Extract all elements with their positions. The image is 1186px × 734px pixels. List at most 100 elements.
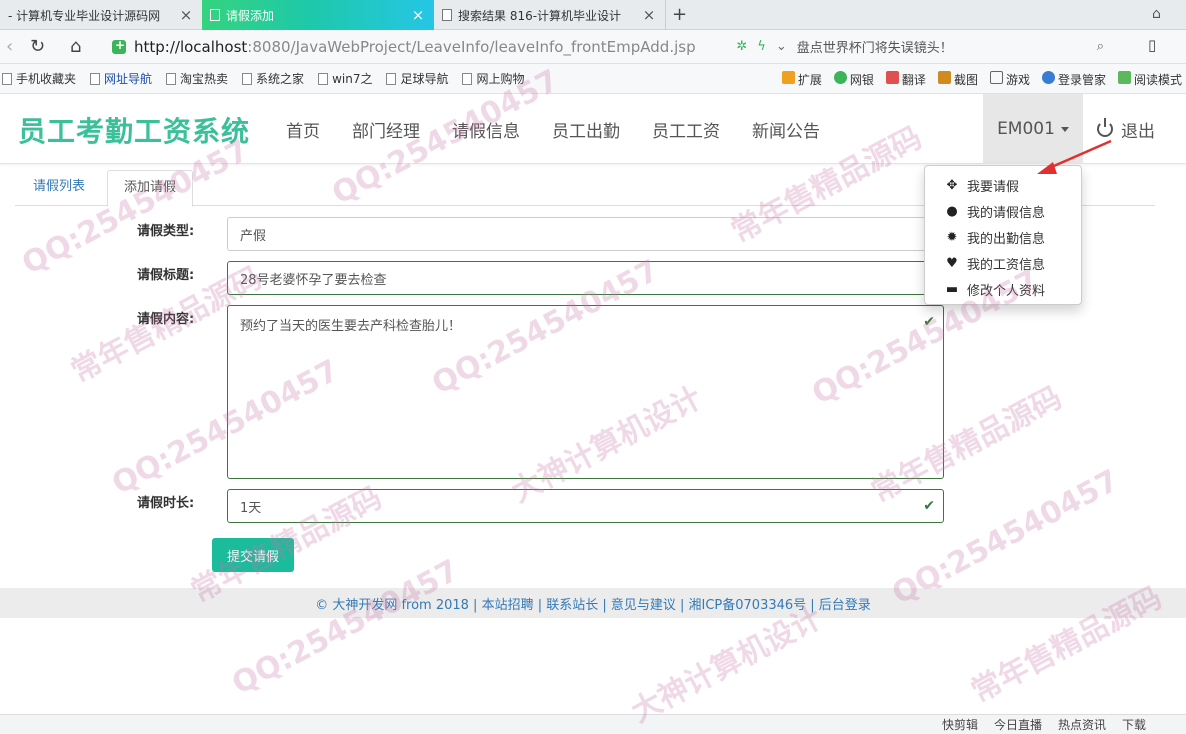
login-manager-button[interactable]: 登录管家 <box>1041 70 1106 88</box>
home-icon[interactable]: ⌂ <box>70 36 81 57</box>
dropdown-label: 我的出勤信息 <box>967 231 1046 247</box>
menu-item-salary[interactable]: 员工工资 <box>636 117 736 142</box>
bookmark-item[interactable]: 系统之家 <box>242 70 304 87</box>
page-icon <box>210 9 220 21</box>
page-icon <box>90 72 101 85</box>
bookmark-label: 系统之家 <box>256 72 305 86</box>
leave-duration-value: 1天 <box>240 500 262 516</box>
page-icon <box>442 9 452 21</box>
watermark-text: QQ:254540457 <box>226 553 465 702</box>
tool-label: 截图 <box>953 72 978 87</box>
book-icon <box>1117 70 1131 84</box>
browser-tab-active[interactable]: 请假添加 × <box>202 0 434 30</box>
tool-label: 阅读模式 <box>1133 72 1182 87</box>
dropdown-label: 我要请假 <box>967 179 1020 195</box>
security-shield-icon <box>112 38 126 54</box>
games-button[interactable]: 游戏 <box>989 70 1030 88</box>
tab-add-leave[interactable]: 添加请假 <box>107 170 194 207</box>
tool-label: 扩展 <box>797 72 822 87</box>
cog-icon: ✹ <box>946 229 958 245</box>
dropdown-item-my-attendance[interactable]: ✹ 我的出勤信息 <box>925 224 1081 250</box>
leave-duration-label: 请假时长: <box>137 496 195 511</box>
bookmark-label: 网址导航 <box>104 72 153 86</box>
bookmark-label: 足球导航 <box>400 72 449 86</box>
check-icon: ✔ <box>923 314 935 330</box>
url-field[interactable]: http://localhost:8080/JavaWebProject/Lea… <box>104 34 1104 60</box>
dropdown-item-my-leave[interactable]: ● 我的请假信息 <box>925 198 1081 224</box>
tab-title: 请假添加 <box>226 8 275 23</box>
close-icon[interactable]: × <box>641 6 657 24</box>
back-icon[interactable]: ‹ <box>6 36 13 57</box>
skin-icon[interactable]: ⌂ <box>1152 6 1161 22</box>
folder-icon <box>2 72 12 85</box>
menu-item-leave[interactable]: 请假信息 <box>436 117 536 142</box>
address-bar: ‹ ↻ ⌂ http://localhost:8080/JavaWebProje… <box>0 30 1186 64</box>
bookmark-item[interactable]: 手机收藏夹 <box>2 70 76 87</box>
user-icon: ● <box>946 203 958 219</box>
new-tab-icon[interactable]: + <box>672 4 687 25</box>
bookmark-item[interactable]: 网上购物 <box>462 70 524 87</box>
download-button[interactable]: 下载 <box>1122 716 1146 733</box>
hot-news-button[interactable]: 热点资讯 <box>1058 716 1106 733</box>
site-navbar: 员工考勤工资系统 首页 部门经理 请假信息 员工出勤 员工工资 新闻公告 EM0… <box>0 94 1186 164</box>
extension-button[interactable]: 扩展 <box>781 70 822 88</box>
site-brand[interactable]: 员工考勤工资系统 <box>18 110 250 150</box>
dropdown-label: 修改个人资料 <box>967 283 1046 299</box>
quick-clip-button[interactable]: 快剪辑 <box>942 716 978 733</box>
reading-mode-button[interactable]: 阅读模式 <box>1117 70 1182 88</box>
bookmark-label: 淘宝热卖 <box>180 72 229 86</box>
close-icon[interactable]: × <box>410 6 426 24</box>
leave-type-value: 产假 <box>240 228 267 244</box>
reload-icon[interactable]: ↻ <box>30 36 45 57</box>
leave-title-input[interactable]: 28号老婆怀孕了要去检查 ✔ <box>227 261 944 295</box>
page-icon <box>462 72 473 85</box>
tab-title: - 计算机专业毕业设计源码网 <box>8 8 161 23</box>
tool-label: 翻译 <box>901 72 926 87</box>
menu-item-home[interactable]: 首页 <box>270 117 336 142</box>
menu-item-news[interactable]: 新闻公告 <box>736 117 836 142</box>
browser-tab[interactable]: - 计算机专业毕业设计源码网 × <box>0 0 202 30</box>
chevron-down-icon[interactable]: ⌄ <box>776 39 787 54</box>
close-icon[interactable]: × <box>178 6 194 24</box>
tab-leave-list[interactable]: 请假列表 <box>17 170 101 206</box>
phone-icon[interactable]: ▯ <box>1148 36 1156 54</box>
leave-duration-input[interactable]: 1天 ✔ <box>227 489 944 523</box>
ebank-button[interactable]: 网银 <box>833 70 874 88</box>
translate-icon <box>885 70 899 84</box>
screenshot-button[interactable]: 截图 <box>937 70 978 88</box>
dropdown-label: 我的请假信息 <box>967 205 1046 221</box>
leave-title-value: 28号老婆怀孕了要去检查 <box>240 272 387 288</box>
move-icon: ✥ <box>946 177 958 193</box>
bookmark-item[interactable]: 淘宝热卖 <box>166 70 228 87</box>
bookmark-item[interactable]: win7之 <box>318 70 372 87</box>
main-menu: 首页 部门经理 请假信息 员工出勤 员工工资 新闻公告 <box>270 94 836 164</box>
bookmark-item[interactable]: 足球导航 <box>386 70 448 87</box>
live-button[interactable]: 今日直播 <box>994 716 1042 733</box>
lightning-icon[interactable]: ϟ <box>757 39 766 54</box>
site-footer[interactable]: © 大神开发网 from 2018 | 本站招聘 | 联系站长 | 意见与建议 … <box>0 588 1186 618</box>
user-dropdown-menu: ✥ 我要请假 ● 我的请假信息 ✹ 我的出勤信息 ♥ 我的工资信息 ▬ 修改个人资料 <box>924 165 1082 305</box>
url-path: :8080/JavaWebProject/LeaveInfo/leaveInfo… <box>247 38 696 56</box>
browser-tab[interactable]: 搜索结果 816-计算机毕业设计 × <box>434 0 666 30</box>
leave-content-textarea[interactable]: 预约了当天的医生要去产科检查胎儿！ ✔ <box>227 305 944 479</box>
hot-search-text[interactable]: 盘点世界杯门将失误镜头！ <box>797 37 1087 56</box>
submit-leave-button[interactable]: 提交请假 <box>212 538 294 572</box>
refresh-icon[interactable]: ✲ <box>736 39 747 54</box>
tool-label: 游戏 <box>1005 72 1030 87</box>
leave-type-select[interactable]: 产假 <box>227 217 944 251</box>
search-icon[interactable]: ⌕ <box>1097 39 1104 54</box>
logout-label: 退出 <box>1121 121 1155 142</box>
menu-item-attendance[interactable]: 员工出勤 <box>536 117 636 142</box>
annotation-arrow <box>1037 139 1112 174</box>
url-host: http://localhost <box>134 38 248 56</box>
menu-item-managers[interactable]: 部门经理 <box>336 117 436 142</box>
translate-button[interactable]: 翻译 <box>885 70 926 88</box>
leave-type-label: 请假类型: <box>137 224 195 239</box>
dropdown-item-my-salary[interactable]: ♥ 我的工资信息 <box>925 250 1081 276</box>
dropdown-item-edit-profile[interactable]: ▬ 修改个人资料 <box>925 276 1081 302</box>
bookmark-item[interactable]: 网址导航 <box>90 70 152 87</box>
bank-icon <box>833 70 847 84</box>
credit-card-icon: ▬ <box>945 281 959 297</box>
scissors-icon <box>937 70 951 84</box>
browser-status-bar: 快剪辑 今日直播 热点资讯 下载 <box>0 714 1186 734</box>
